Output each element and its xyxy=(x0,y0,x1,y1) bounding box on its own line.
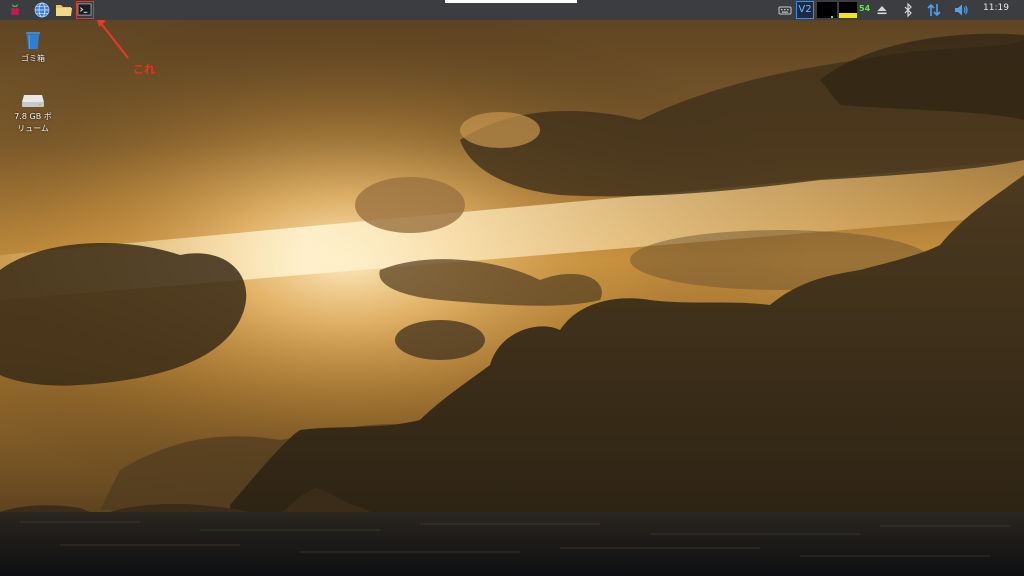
drive-icon xyxy=(22,95,44,107)
network-icon[interactable] xyxy=(926,2,942,18)
file-manager-icon[interactable] xyxy=(55,2,72,18)
trash-icon xyxy=(26,32,40,50)
desktop-icon-label: ゴミ箱 xyxy=(21,54,45,63)
terminal-icon[interactable] xyxy=(76,1,94,19)
desktop-icon-volume[interactable]: 7.8 GB ボ リューム xyxy=(3,91,63,135)
window-list-indicator[interactable] xyxy=(445,0,577,3)
desktop-wallpaper xyxy=(0,0,1024,576)
web-browser-icon[interactable] xyxy=(34,2,50,18)
cpu-temperature-graph[interactable] xyxy=(839,2,857,18)
cpu-temperature-value: 54 xyxy=(859,4,871,13)
cpu-monitor-graph[interactable] xyxy=(817,2,837,18)
keyboard-icon[interactable] xyxy=(778,2,792,18)
desktop-icon-trash[interactable]: ゴミ箱 xyxy=(3,27,63,65)
vnc-label: V2 xyxy=(798,4,812,15)
vnc-icon[interactable]: V2 xyxy=(796,1,814,19)
desktop-icon-label-line1: 7.8 GB ボ xyxy=(14,112,52,121)
annotation-label: これ xyxy=(133,63,155,76)
volume-icon[interactable] xyxy=(953,2,969,18)
raspberry-menu-icon[interactable] xyxy=(7,2,23,18)
taskbar: V2 54 11:19 xyxy=(0,0,1024,20)
annotation-arrow xyxy=(96,17,129,59)
clock[interactable]: 11:19 xyxy=(983,3,1009,13)
eject-icon[interactable] xyxy=(876,2,888,18)
desktop-icon-label-line2: リューム xyxy=(17,124,49,133)
bluetooth-icon[interactable] xyxy=(902,2,914,18)
